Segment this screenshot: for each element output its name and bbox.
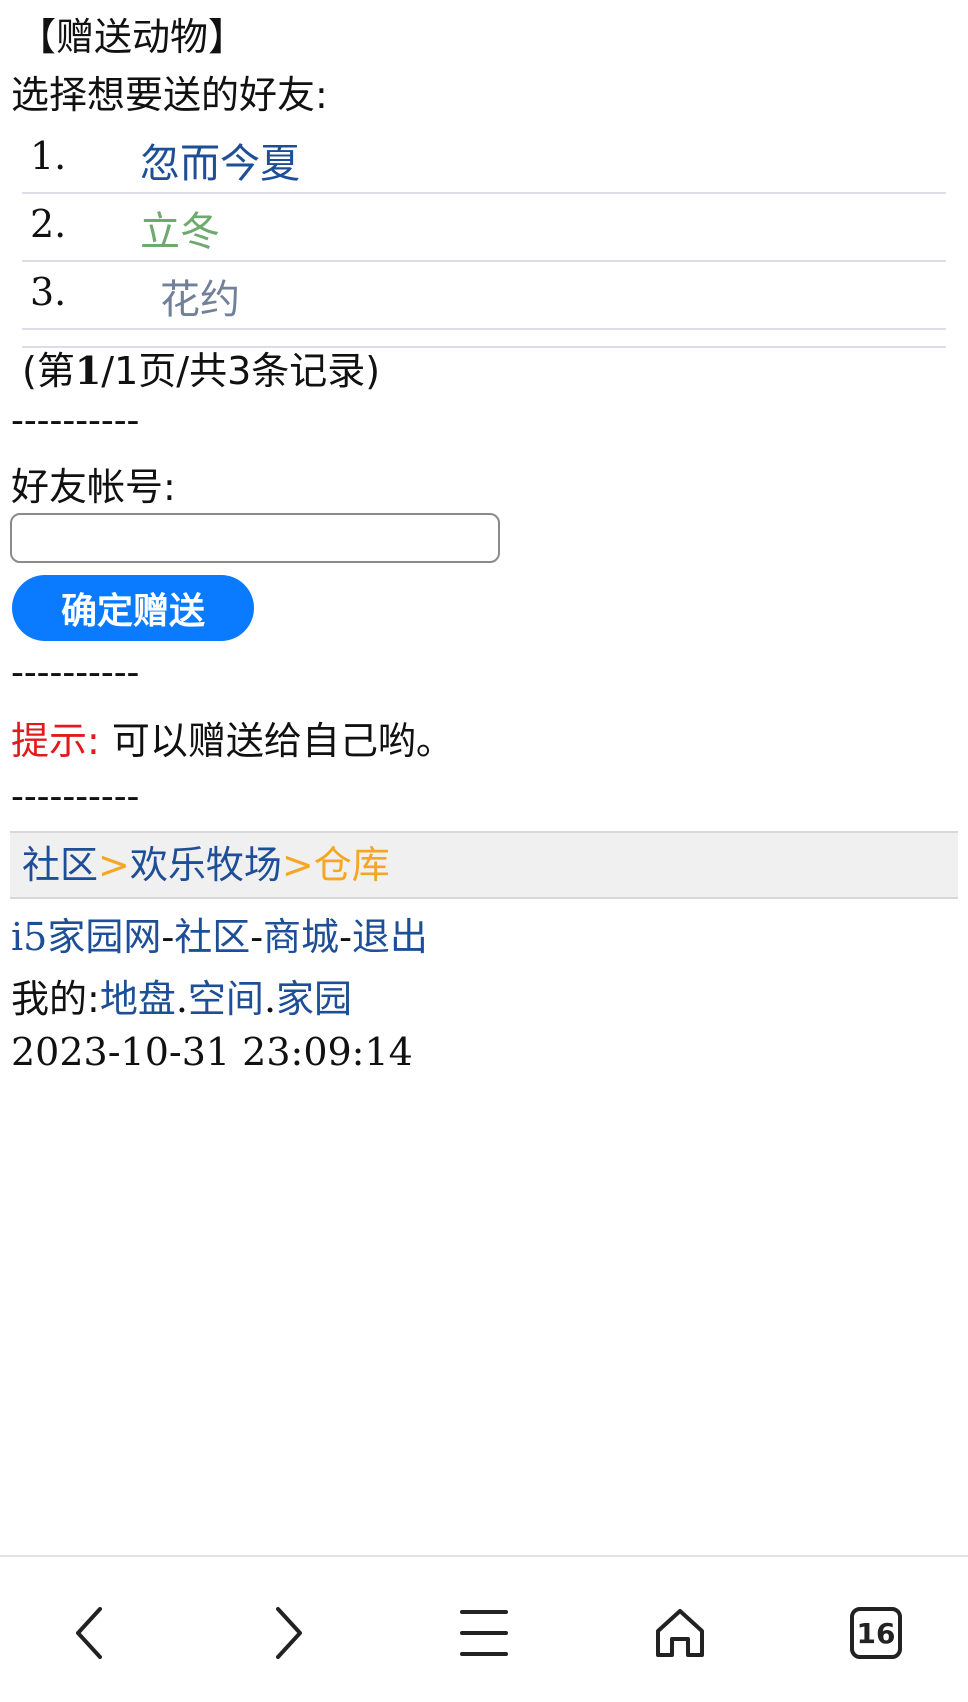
breadcrumb: 社区>欢乐牧场>仓库 bbox=[10, 831, 958, 899]
mall-link[interactable]: 商城 bbox=[263, 915, 339, 959]
logout-link[interactable]: 退出 bbox=[352, 915, 428, 959]
account-input[interactable] bbox=[10, 513, 500, 563]
link-separator: - bbox=[339, 915, 352, 959]
friend-link[interactable]: 立冬 bbox=[140, 199, 220, 257]
my-home-link[interactable]: 家园 bbox=[276, 977, 352, 1021]
my-links: 我的:地盘.空间.家园 bbox=[11, 968, 352, 1023]
link-separator: - bbox=[250, 915, 264, 959]
chevron-left-icon bbox=[76, 1607, 102, 1659]
site-home-link[interactable]: i5家园网 bbox=[11, 915, 161, 959]
link-separator: - bbox=[161, 915, 175, 959]
my-territory-link[interactable]: 地盘 bbox=[100, 977, 176, 1021]
friend-link[interactable]: 忽而今夏 bbox=[140, 131, 300, 189]
link-dot: . bbox=[175, 977, 188, 1021]
tip-text: 可以赠送给自己哟。 bbox=[99, 719, 454, 763]
timestamp: 2023-10-31 23:09:14 bbox=[11, 1030, 413, 1074]
home-icon bbox=[656, 1609, 704, 1657]
friend-list: 1. 忽而今夏 2. 立冬 3. 花约 bbox=[22, 126, 946, 348]
breadcrumb-ranch[interactable]: 欢乐牧场 bbox=[130, 843, 282, 887]
divider: ---------- bbox=[11, 774, 140, 818]
tip-label: 提示: bbox=[11, 719, 100, 763]
chevron-right-icon bbox=[276, 1607, 302, 1659]
breadcrumb-community[interactable]: 社区 bbox=[22, 843, 98, 887]
back-button[interactable] bbox=[50, 1593, 130, 1673]
list-item: 3. 花约 bbox=[22, 262, 946, 330]
tabs-button[interactable]: 16 bbox=[836, 1593, 916, 1673]
pagination-info: (第1/1页/共3条记录) bbox=[22, 340, 380, 395]
choose-friend-label: 选择想要送的好友: bbox=[11, 73, 328, 117]
account-label: 好友帐号: bbox=[11, 465, 176, 509]
confirm-gift-button[interactable]: 确定赠送 bbox=[12, 575, 254, 641]
friend-link[interactable]: 花约 bbox=[160, 267, 240, 325]
browser-toolbar: 16 bbox=[0, 1555, 968, 1702]
footer-links: i5家园网-社区-商城-退出 bbox=[11, 906, 428, 961]
list-item: 1. 忽而今夏 bbox=[22, 126, 946, 194]
home-button[interactable] bbox=[640, 1593, 720, 1673]
mine-label: 我的: bbox=[11, 977, 100, 1021]
hamburger-menu-icon bbox=[460, 1610, 508, 1656]
divider: ---------- bbox=[11, 398, 140, 442]
friend-index: 1. bbox=[30, 134, 67, 178]
page-title: 【赠送动物】 bbox=[18, 15, 247, 59]
tab-count: 16 bbox=[857, 1617, 896, 1650]
pager-rest: /1页/共3条记录) bbox=[101, 349, 381, 393]
tabs-icon: 16 bbox=[850, 1607, 902, 1659]
list-item: 2. 立冬 bbox=[22, 194, 946, 262]
divider: ---------- bbox=[11, 650, 140, 694]
forward-button[interactable] bbox=[248, 1593, 328, 1673]
link-dot: . bbox=[263, 977, 277, 1021]
pager-current: 1 bbox=[74, 348, 102, 393]
community-link[interactable]: 社区 bbox=[174, 915, 250, 959]
breadcrumb-separator: > bbox=[281, 843, 314, 887]
breadcrumb-current: 仓库 bbox=[313, 843, 390, 887]
friend-index: 2. bbox=[30, 202, 67, 246]
pager-prefix: (第 bbox=[22, 349, 75, 393]
menu-button[interactable] bbox=[444, 1593, 524, 1673]
my-space-link[interactable]: 空间 bbox=[188, 977, 264, 1021]
friend-index: 3. bbox=[30, 270, 67, 314]
tip-message: 提示: 可以赠送给自己哟。 bbox=[11, 710, 454, 765]
breadcrumb-separator: > bbox=[98, 843, 130, 887]
